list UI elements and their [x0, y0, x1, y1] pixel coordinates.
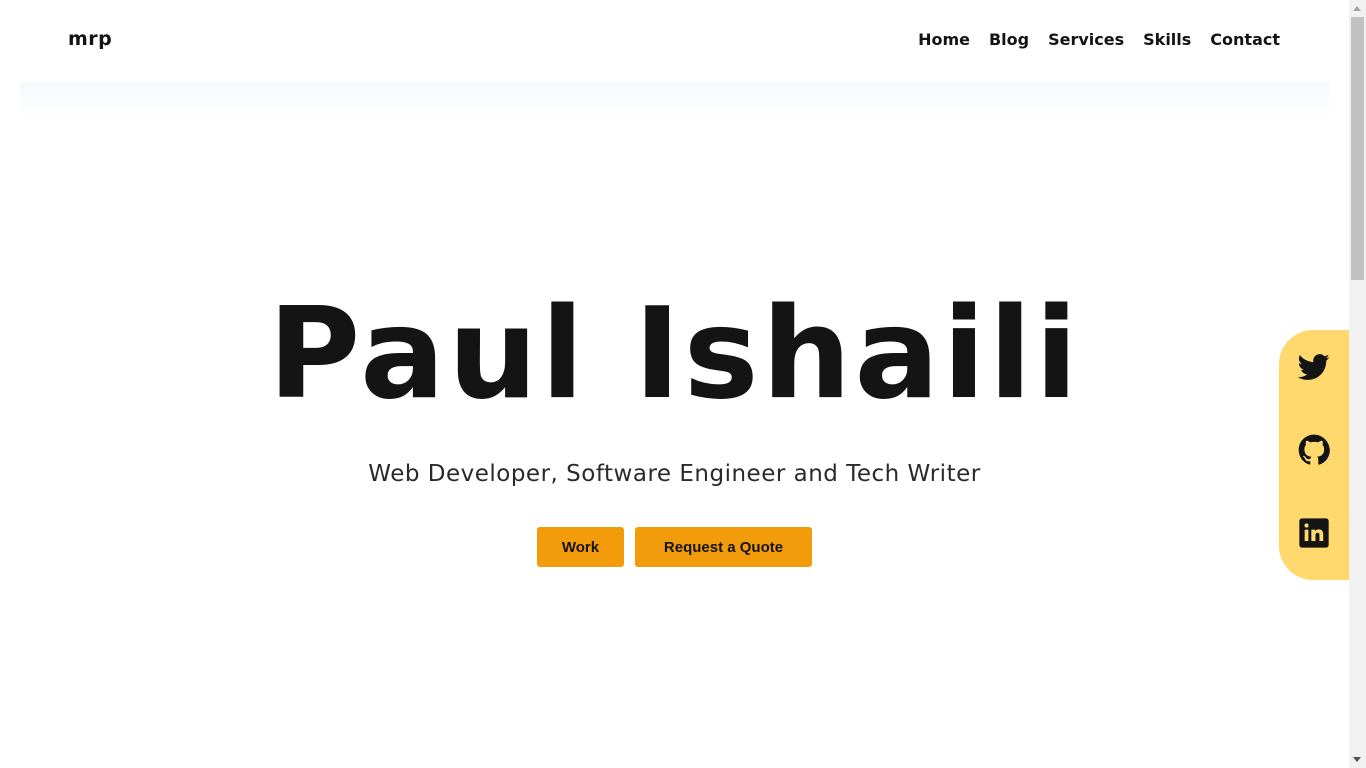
hero-subtitle: Web Developer, Software Engineer and Tec…: [368, 461, 981, 487]
nav-menu: Home Blog Services Skills Contact: [899, 30, 1280, 49]
hero-title: Paul Ishaili: [268, 280, 1081, 427]
social-links-panel: [1279, 330, 1349, 580]
twitter-icon[interactable]: [1298, 351, 1330, 383]
vertical-scrollbar[interactable]: [1349, 0, 1366, 768]
nav-link-skills[interactable]: Skills: [1143, 30, 1191, 49]
page: mrp Home Blog Services Skills Contact Pa…: [0, 0, 1349, 768]
nav-link-blog[interactable]: Blog: [989, 30, 1029, 49]
scroll-down-arrow-icon[interactable]: [1349, 751, 1366, 768]
navbar: mrp Home Blog Services Skills Contact: [0, 0, 1349, 82]
work-button[interactable]: Work: [537, 527, 624, 567]
nav-link-contact[interactable]: Contact: [1210, 30, 1280, 49]
scrollbar-thumb[interactable]: [1351, 17, 1364, 280]
linkedin-icon[interactable]: [1298, 517, 1330, 549]
request-quote-button[interactable]: Request a Quote: [635, 527, 812, 567]
nav-link-home[interactable]: Home: [918, 30, 970, 49]
github-icon[interactable]: [1298, 434, 1330, 466]
scroll-up-arrow-icon[interactable]: [1349, 0, 1366, 17]
nav-link-services[interactable]: Services: [1048, 30, 1124, 49]
brand-logo[interactable]: mrp: [68, 28, 112, 50]
navbar-shadow: [20, 82, 1329, 118]
